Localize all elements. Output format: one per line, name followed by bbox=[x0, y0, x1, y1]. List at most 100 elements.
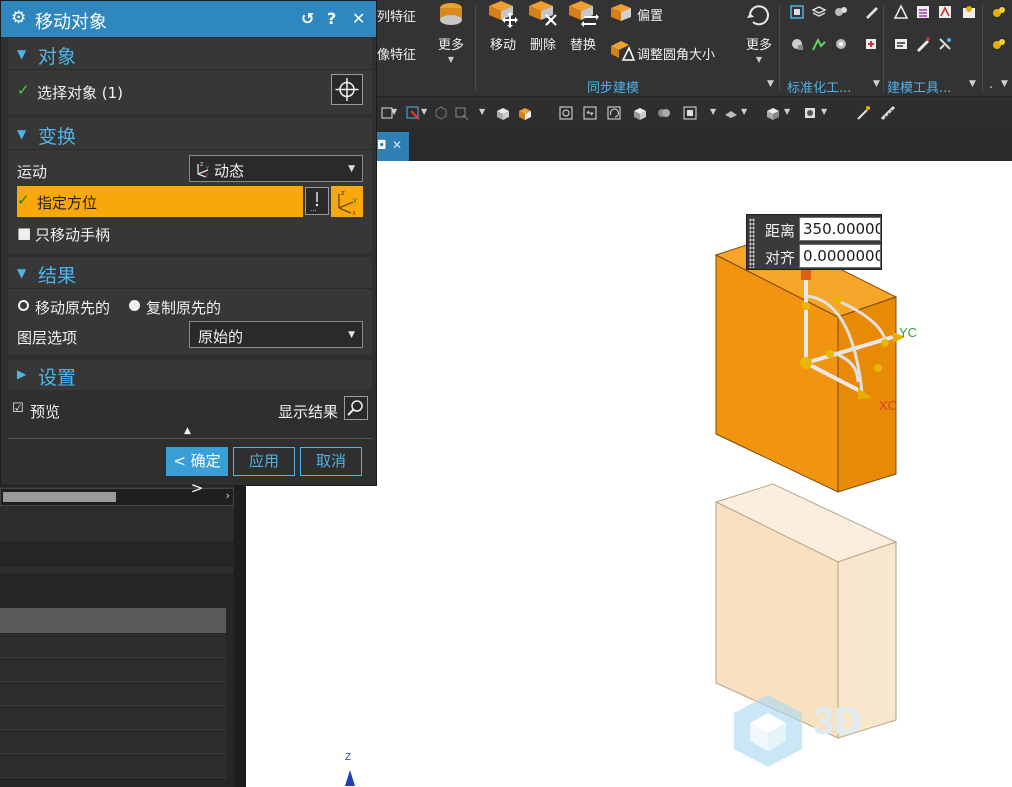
toolbar-dropdown-icon[interactable]: ▼ bbox=[421, 107, 427, 116]
move-face-button[interactable]: 移动 bbox=[485, 0, 521, 53]
distance-field[interactable]: 350.00000 bbox=[799, 217, 881, 241]
build-tool-4-icon[interactable] bbox=[961, 4, 977, 20]
point-dialog-button[interactable]: ... bbox=[305, 187, 329, 215]
table-row[interactable] bbox=[0, 682, 226, 706]
dialog-titlebar[interactable]: ⚙ 移动对象 ↺ ? ✕ bbox=[1, 1, 376, 37]
tab-close-icon[interactable]: ✕ bbox=[392, 138, 402, 152]
resize-blend-button[interactable]: 调整圆角大小 bbox=[609, 38, 739, 64]
toolbar-dropdown-icon[interactable]: ▼ bbox=[479, 107, 485, 116]
specify-orientation-row[interactable]: ✓ 指定方位 bbox=[17, 186, 303, 217]
csys-dialog-button[interactable]: z y x bbox=[331, 186, 363, 217]
section-result-header[interactable]: ▼ 结果 bbox=[8, 257, 372, 289]
ribbon-separator bbox=[779, 4, 780, 92]
show-result-button[interactable] bbox=[344, 396, 368, 420]
section-object-header[interactable]: ▼ 对象 bbox=[8, 38, 372, 70]
brush-icon[interactable] bbox=[855, 105, 871, 121]
snap-point-icon[interactable] bbox=[405, 105, 421, 121]
move-original-radio[interactable] bbox=[18, 300, 29, 311]
standard-tool-8-icon[interactable] bbox=[863, 36, 879, 52]
cancel-button[interactable]: 取消 bbox=[300, 447, 362, 476]
build-tool-6-icon[interactable] bbox=[915, 36, 931, 52]
select-object-label[interactable]: 选择对象 (1) bbox=[37, 82, 123, 103]
motion-select[interactable]: Z Y X 动态 ▼ bbox=[189, 155, 363, 182]
table-row[interactable] bbox=[0, 754, 226, 778]
group-standardize-expand-icon[interactable]: ▼ bbox=[873, 79, 880, 89]
table-row[interactable] bbox=[0, 730, 226, 754]
move-handle-checkbox-icon[interactable]: ■ bbox=[17, 224, 31, 242]
group-extra-expand-icon[interactable]: ▼ bbox=[1001, 79, 1008, 89]
orient-view-icon[interactable] bbox=[682, 105, 698, 121]
ok-button[interactable]: < 确定 > bbox=[166, 447, 228, 497]
ribbon-mirror-feature[interactable]: 像特征 bbox=[377, 44, 416, 63]
layer-settings-icon[interactable] bbox=[802, 105, 818, 121]
background-icon[interactable] bbox=[723, 105, 739, 121]
move-handle-label[interactable]: 只移动手柄 bbox=[35, 224, 110, 245]
zoom-icon[interactable] bbox=[582, 105, 598, 121]
extra-tool-1-icon[interactable] bbox=[991, 4, 1007, 20]
reset-icon[interactable]: ↺ bbox=[301, 9, 314, 28]
edit-section-icon[interactable] bbox=[765, 105, 781, 121]
build-tool-7-icon[interactable] bbox=[937, 36, 953, 52]
build-tool-5-icon[interactable] bbox=[893, 36, 909, 52]
select-face-icon[interactable] bbox=[453, 105, 469, 121]
more-button-1[interactable]: 更多 ▼ bbox=[433, 0, 469, 64]
offset-region-button[interactable]: 偏置 bbox=[609, 2, 699, 28]
build-tool-1-icon[interactable] bbox=[893, 4, 909, 20]
table-row[interactable] bbox=[0, 634, 226, 658]
standard-tool-4-icon[interactable] bbox=[863, 4, 879, 20]
z-axis-label: Z bbox=[345, 752, 352, 763]
table-row[interactable] bbox=[0, 706, 226, 730]
replace-face-button[interactable]: 替换 bbox=[565, 0, 601, 53]
table-row[interactable] bbox=[0, 658, 226, 682]
preview-label[interactable]: 预览 bbox=[30, 401, 60, 422]
toolbar-dropdown-icon[interactable]: ▼ bbox=[784, 107, 790, 116]
standard-tool-7-icon[interactable] bbox=[833, 36, 849, 52]
more-label-2: 更多 bbox=[745, 38, 772, 53]
section-transform-header[interactable]: ▼ 变换 bbox=[8, 118, 372, 150]
drag-grip-icon[interactable] bbox=[749, 218, 755, 268]
measure-icon[interactable] bbox=[880, 105, 896, 121]
section-settings[interactable]: ▶ 设置 bbox=[8, 360, 372, 390]
close-icon[interactable]: ✕ bbox=[352, 9, 365, 28]
scrollbar-thumb[interactable] bbox=[3, 492, 116, 502]
standard-tool-6-icon[interactable] bbox=[811, 36, 827, 52]
copy-original-label[interactable]: 复制原先的 bbox=[146, 297, 221, 318]
layer-option-select[interactable]: 原始的 ▼ bbox=[189, 321, 363, 348]
build-tool-2-icon[interactable] bbox=[915, 4, 931, 20]
preview-checkbox-icon[interactable]: ☑ bbox=[12, 401, 24, 416]
standard-tool-5-icon[interactable] bbox=[789, 36, 805, 52]
select-body-icon[interactable] bbox=[433, 105, 449, 121]
copy-original-radio[interactable] bbox=[129, 300, 140, 311]
toolbar-dropdown-icon[interactable]: ▼ bbox=[391, 107, 397, 116]
replace-face-icon bbox=[569, 1, 599, 27]
standard-tool-2-icon[interactable] bbox=[811, 4, 827, 20]
rotate-view-icon[interactable] bbox=[606, 105, 622, 121]
help-icon[interactable]: ? bbox=[327, 9, 336, 28]
wireframe-icon[interactable] bbox=[656, 105, 672, 121]
standard-tool-3-icon[interactable] bbox=[833, 4, 849, 20]
toolbar-dropdown-icon[interactable]: ▼ bbox=[710, 107, 716, 116]
toolbar-dropdown-icon[interactable]: ▼ bbox=[741, 107, 747, 116]
shaded-edges-icon[interactable] bbox=[517, 105, 533, 121]
ribbon-pattern-feature[interactable]: 列特征 bbox=[377, 6, 416, 25]
collapse-up-icon[interactable]: ▲ bbox=[184, 426, 191, 436]
fit-view-icon[interactable] bbox=[558, 105, 574, 121]
shaded-view-icon[interactable] bbox=[495, 105, 511, 121]
extra-tool-2-icon[interactable] bbox=[991, 36, 1007, 52]
align-field[interactable]: 0.0000000 bbox=[799, 244, 881, 268]
group-sync-expand-icon[interactable]: ▼ bbox=[767, 79, 774, 89]
scroll-right-icon[interactable]: › bbox=[226, 489, 230, 502]
toolbar-dropdown-icon[interactable]: ▼ bbox=[821, 107, 827, 116]
more-features-icon bbox=[440, 3, 462, 25]
document-tab[interactable]: ◘ ✕ bbox=[377, 132, 409, 161]
more-button-2[interactable]: 更多 ▼ bbox=[741, 0, 777, 64]
render-style-icon[interactable] bbox=[632, 105, 648, 121]
delete-face-button[interactable]: 删除 bbox=[525, 0, 561, 53]
build-tool-3-icon[interactable] bbox=[937, 4, 953, 20]
apply-button[interactable]: 应用 bbox=[233, 447, 295, 476]
standard-tool-1-icon[interactable] bbox=[789, 4, 805, 20]
move-original-label[interactable]: 移动原先的 bbox=[35, 297, 110, 318]
select-object-button[interactable] bbox=[331, 74, 363, 105]
gear-icon[interactable]: ⚙ bbox=[11, 8, 26, 28]
group-build-tools-expand-icon[interactable]: ▼ bbox=[969, 79, 976, 89]
